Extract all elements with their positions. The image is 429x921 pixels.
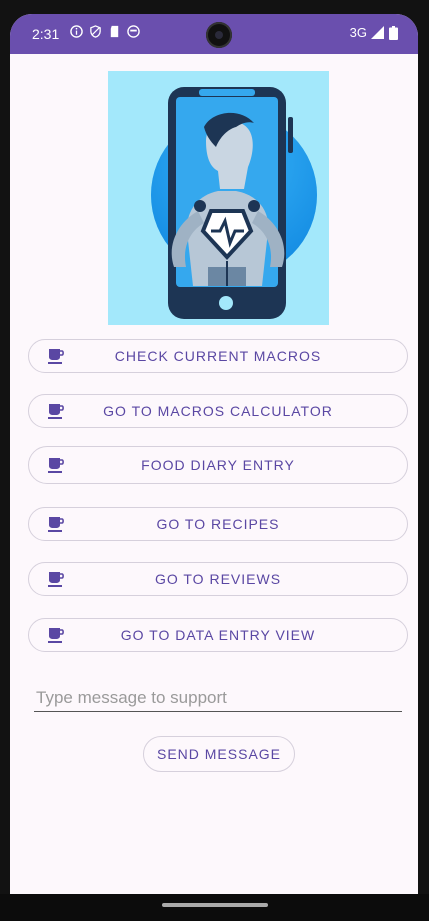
face-icon [127, 25, 140, 38]
button-label: GO TO REVIEWS [154, 571, 282, 587]
signal-icon [371, 26, 384, 39]
go-to-recipes-button[interactable]: GO TO RECIPES [28, 507, 408, 541]
status-time: 2:31 [32, 26, 60, 42]
button-label: GO TO DATA ENTRY VIEW [120, 627, 316, 643]
support-message-input[interactable] [34, 684, 402, 712]
button-label: GO TO MACROS CALCULATOR [103, 403, 333, 419]
coffee-icon [48, 572, 64, 587]
notification-icons [70, 25, 140, 38]
coffee-icon [48, 517, 64, 532]
front-camera [206, 22, 232, 48]
food-diary-entry-button[interactable]: FOOD DIARY ENTRY [28, 446, 408, 484]
button-label: CHECK CURRENT MACROS [114, 348, 322, 364]
coffee-icon [48, 458, 64, 473]
navigation-bar [0, 894, 429, 921]
info-icon [70, 25, 83, 38]
battery-icon [389, 25, 398, 40]
send-button-label: SEND MESSAGE [156, 746, 282, 762]
send-message-button[interactable]: SEND MESSAGE [143, 736, 295, 772]
go-to-macros-calculator-button[interactable]: GO TO MACROS CALCULATOR [28, 394, 408, 428]
check-current-macros-button[interactable]: CHECK CURRENT MACROS [28, 339, 408, 373]
coffee-icon [48, 349, 64, 364]
status-bar: 2:31 3G [10, 14, 418, 54]
sd-card-icon [110, 25, 119, 38]
go-to-data-entry-view-button[interactable]: GO TO DATA ENTRY VIEW [28, 618, 408, 652]
network-type: 3G [349, 25, 367, 40]
app-screen: 2:31 3G CHECK CURRENT MACROS GO TO MACRO… [10, 14, 418, 894]
home-handle[interactable] [162, 903, 268, 907]
fitness-phone-illustration [108, 71, 329, 325]
coffee-icon [48, 404, 64, 419]
button-label: GO TO RECIPES [156, 516, 280, 532]
coffee-icon [48, 628, 64, 643]
go-to-reviews-button[interactable]: GO TO REVIEWS [28, 562, 408, 596]
button-label: FOOD DIARY ENTRY [141, 457, 295, 473]
shield-icon [90, 25, 101, 38]
status-right: 3G [350, 25, 398, 40]
